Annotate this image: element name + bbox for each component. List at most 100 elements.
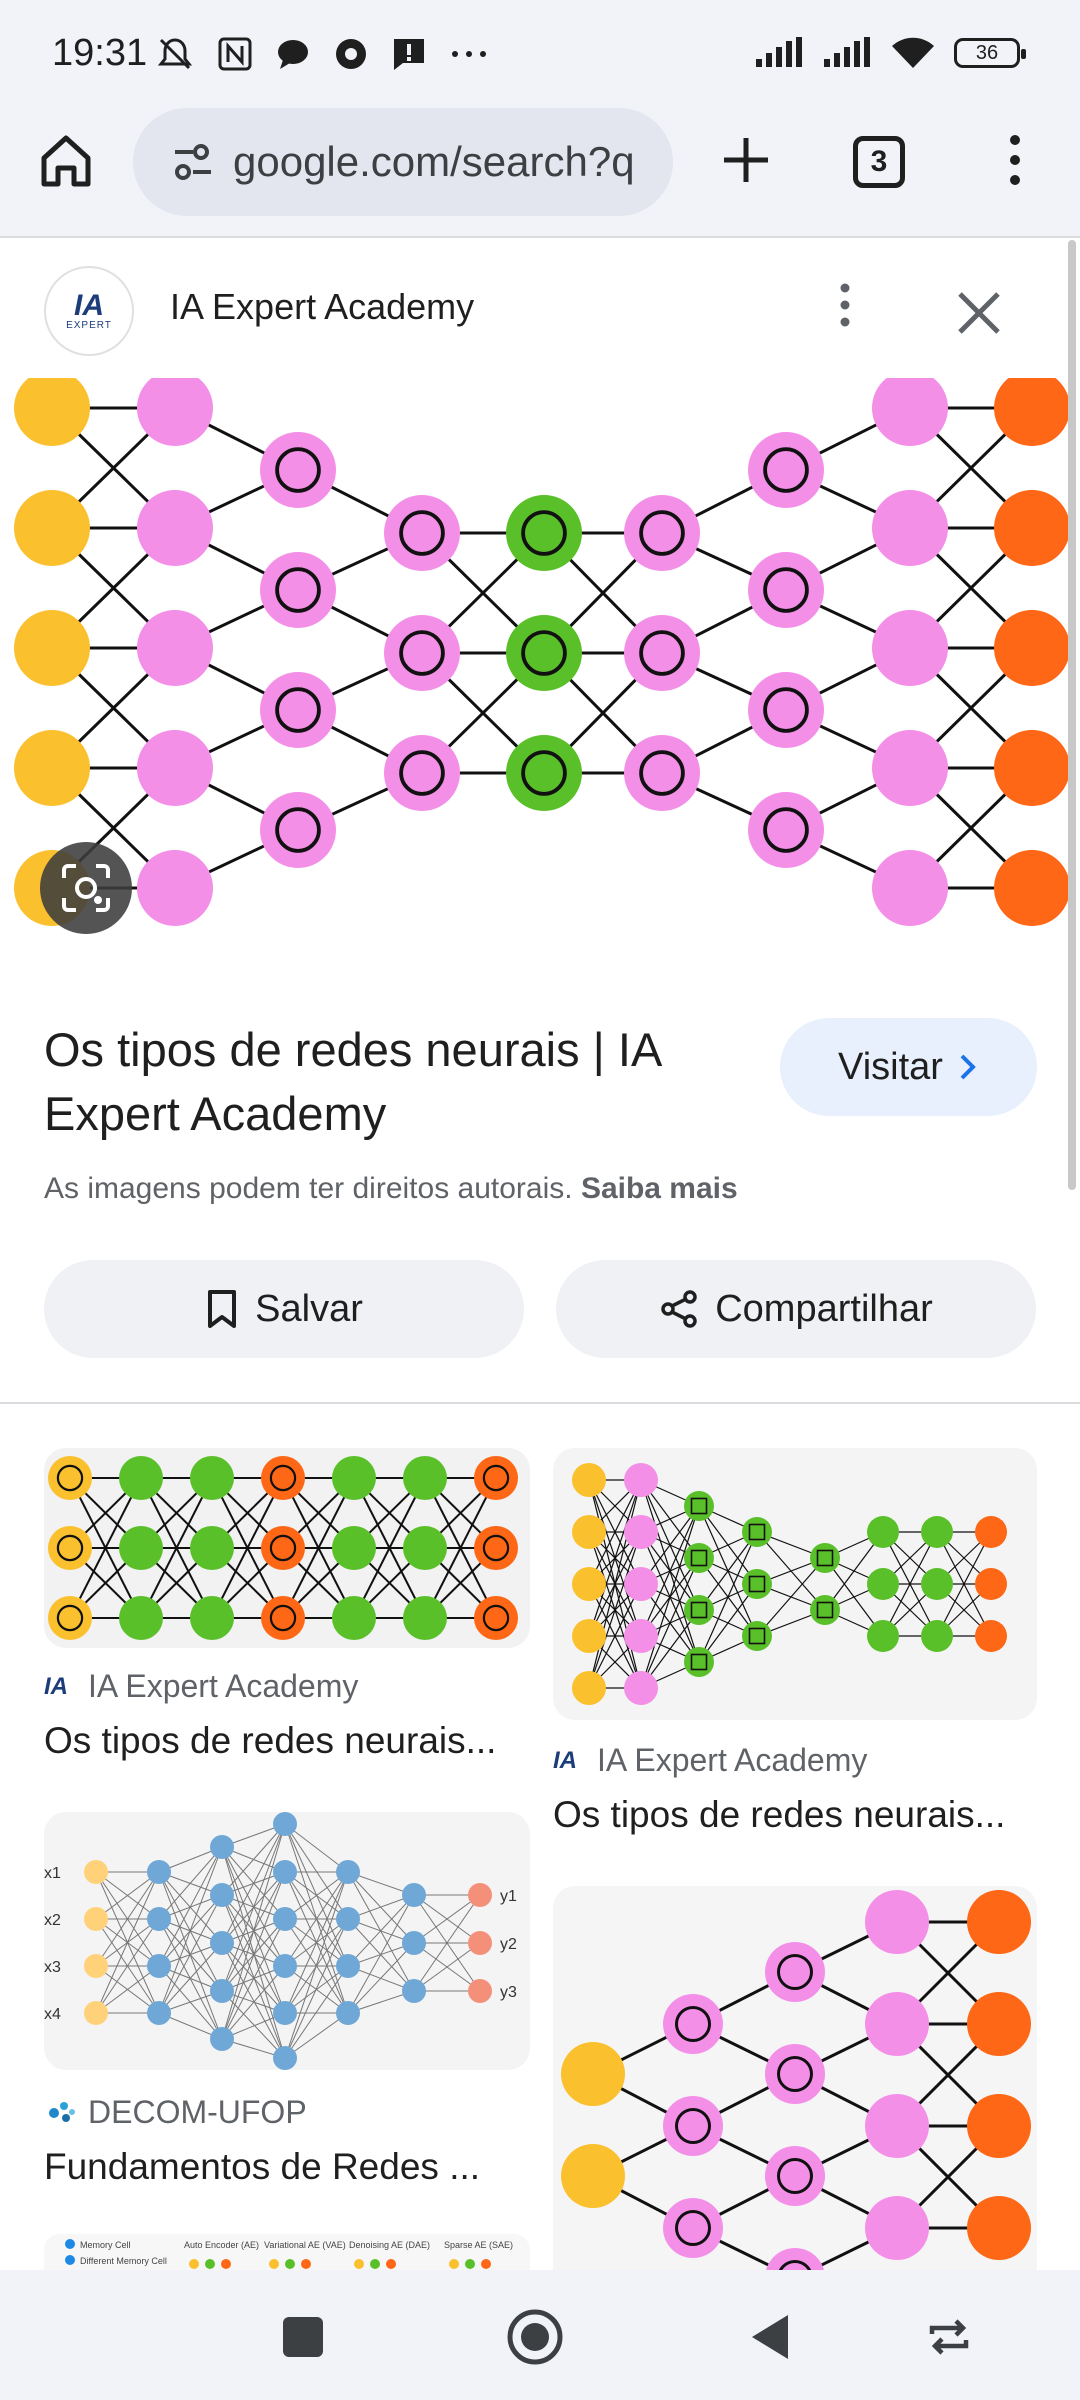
node [14, 490, 90, 566]
node [48, 1456, 92, 1500]
related-source-2[interactable]: IA IA Expert Academy [553, 1742, 867, 1779]
system-navigation-bar [0, 2270, 1080, 2400]
related-title-3[interactable]: Fundamentos de Redes ... [44, 2146, 480, 2188]
more-options-icon[interactable] [830, 280, 860, 330]
node [48, 1526, 92, 1570]
scrollbar[interactable] [1068, 240, 1076, 1190]
node [468, 1979, 492, 2003]
related-title-1[interactable]: Os tipos de redes neurais... [44, 1720, 496, 1762]
url-text[interactable]: google.com/search?q [233, 138, 635, 186]
related-thumbnail-4[interactable] [553, 1886, 1037, 2270]
visit-button[interactable]: Visitar [780, 1018, 1037, 1116]
node [137, 490, 213, 566]
tab-switcher-button[interactable]: 3 [853, 136, 905, 188]
node [261, 1526, 305, 1570]
result-title[interactable]: Os tipos de redes neurais | IA Expert Ac… [44, 1018, 764, 1146]
node [273, 1954, 297, 1978]
node [867, 1568, 899, 1600]
node [967, 1992, 1031, 2056]
node [14, 610, 90, 686]
home-icon[interactable] [36, 130, 96, 190]
node [260, 552, 336, 628]
share-button[interactable]: Compartilhar [556, 1260, 1036, 1358]
source-name[interactable]: IA Expert Academy [170, 286, 474, 328]
node [572, 1463, 606, 1497]
related-thumbnail-3[interactable]: x1 x2 x3 x4 y1 y2 y3 [44, 1812, 530, 2070]
legend-label: Memory Cell [80, 2240, 131, 2250]
node [221, 2259, 231, 2269]
back-icon[interactable] [748, 2312, 792, 2362]
node [872, 490, 948, 566]
node [867, 1620, 899, 1652]
node [273, 2046, 297, 2070]
chrome-icon [336, 39, 366, 69]
node [402, 1931, 426, 1955]
node [261, 1596, 305, 1640]
column-label: Sparse AE (SAE) [444, 2240, 513, 2250]
node [684, 1595, 714, 1625]
browser-menu-icon[interactable] [1000, 130, 1030, 190]
nfc-icon [218, 37, 252, 71]
lens-icon [62, 864, 110, 912]
node [474, 1456, 518, 1500]
node [465, 2259, 475, 2269]
address-bar[interactable]: google.com/search?q [133, 108, 673, 216]
source-logo-icon: IA [44, 1672, 68, 1700]
new-tab-icon[interactable] [716, 130, 776, 190]
site-settings-icon[interactable] [171, 142, 215, 182]
node [865, 2196, 929, 2260]
network-thumbnail: x1 x2 x3 x4 y1 y2 y3 [44, 1812, 517, 2070]
copyright-text: As imagens podem ter direitos autorais. [44, 1172, 573, 1205]
node [14, 730, 90, 806]
related-title-2[interactable]: Os tipos de redes neurais... [553, 1794, 1005, 1836]
node [921, 1568, 953, 1600]
save-button[interactable]: Salvar [44, 1260, 524, 1358]
legend-marker [65, 2255, 75, 2265]
rotate-icon[interactable] [924, 2316, 974, 2358]
node [994, 610, 1070, 686]
related-source-1[interactable]: IA IA Expert Academy [44, 1668, 358, 1705]
main-image[interactable] [0, 370, 1070, 970]
related-source-name: DECOM-UFOP [88, 2094, 307, 2130]
network-thumbnail [572, 1463, 1007, 1705]
learn-more-link[interactable]: Saiba mais [581, 1172, 738, 1205]
node [748, 432, 824, 508]
node [137, 730, 213, 806]
input-label: x2 [44, 1912, 61, 1929]
node [468, 1883, 492, 1907]
related-thumbnail-1[interactable] [44, 1448, 530, 1648]
google-lens-button[interactable] [40, 842, 132, 934]
node [403, 1596, 447, 1640]
node [370, 2259, 380, 2269]
related-thumbnail-2[interactable] [553, 1448, 1037, 1720]
node [260, 792, 336, 868]
status-bar: 19:31 36 [0, 0, 1080, 100]
node [865, 1890, 929, 1954]
node [260, 432, 336, 508]
node [402, 1883, 426, 1907]
node [663, 1994, 723, 2054]
related-thumbnail-5[interactable]: Memory Cell Different Memory Cell Auto Enc… [44, 2234, 530, 2270]
related-source-3[interactable]: DECOM-UFOP [44, 2094, 307, 2131]
node [84, 1907, 108, 1931]
status-icons: 36 [754, 36, 1026, 70]
node [210, 1835, 234, 1859]
signal-icon [756, 37, 802, 67]
status-time: 19:31 [52, 32, 148, 74]
node [994, 850, 1070, 926]
browser-toolbar: google.com/search?q 3 [0, 100, 1080, 238]
close-icon[interactable] [950, 284, 1008, 342]
image-source-header: IA EXPERT IA Expert Academy [0, 238, 1068, 378]
network-thumbnail [561, 1890, 1031, 2270]
output-label: y1 [500, 1888, 517, 1905]
node [84, 2001, 108, 2025]
node [572, 1671, 606, 1705]
home-button-icon[interactable] [506, 2308, 564, 2366]
node [260, 672, 336, 748]
node [624, 1515, 658, 1549]
node [332, 1596, 376, 1640]
recent-apps-icon[interactable] [280, 2314, 326, 2360]
source-logo: IA EXPERT [44, 266, 134, 356]
connection [756, 1557, 826, 1637]
node [663, 2198, 723, 2258]
